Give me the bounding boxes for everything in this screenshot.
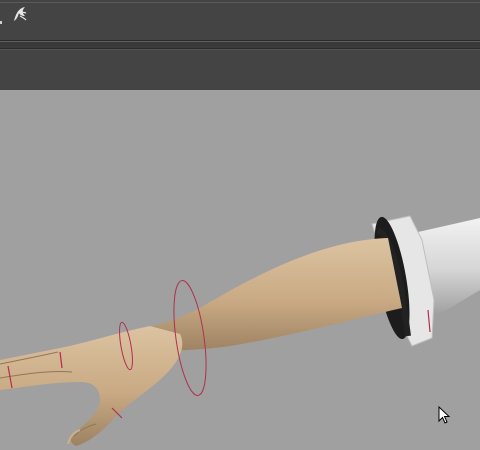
toolbar [0, 49, 480, 91]
maya-logo-icon[interactable] [10, 4, 30, 24]
hand-mesh [0, 326, 183, 446]
3d-viewport[interactable] [0, 90, 480, 450]
title-bar-highlight [0, 2, 480, 3]
mouse-pointer-icon [438, 405, 452, 426]
viewport-scene [0, 215, 480, 446]
menu-edge-marker [0, 21, 2, 24]
title-bar [0, 0, 480, 41]
menu-separator [0, 41, 480, 49]
